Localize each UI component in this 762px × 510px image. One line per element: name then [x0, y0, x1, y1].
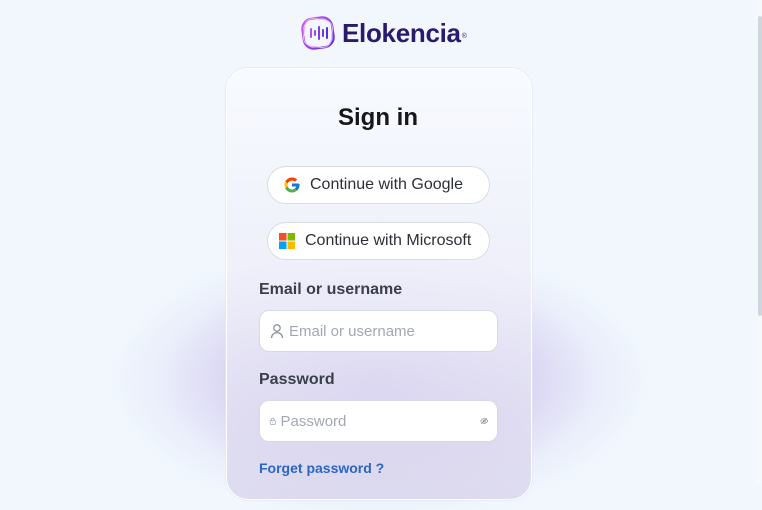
microsoft-button-label: Continue with Microsoft [305, 232, 472, 249]
logo-mark-icon [301, 16, 335, 50]
forgot-password-link[interactable]: Forget password ? [259, 460, 384, 476]
brand-logo: Elokencia ® [300, 14, 467, 52]
scrollbar-thumb[interactable] [758, 16, 762, 316]
google-button-label: Continue with Google [310, 176, 463, 193]
scrollbar-track[interactable] [756, 0, 762, 484]
email-field-wrapper[interactable] [259, 310, 498, 352]
microsoft-icon [277, 231, 297, 251]
lock-icon [269, 417, 276, 425]
email-input[interactable] [289, 311, 497, 351]
continue-with-google-button[interactable]: Continue with Google [267, 166, 490, 204]
password-field-wrapper[interactable] [259, 400, 498, 442]
brand-name: Elokencia [342, 17, 461, 48]
password-input[interactable] [280, 401, 480, 441]
user-icon [270, 324, 284, 339]
brand-trademark: ® [461, 32, 467, 40]
email-label: Email or username [259, 281, 403, 298]
google-icon [282, 175, 302, 195]
eye-off-icon[interactable] [479, 412, 488, 430]
page-title: Sign in [338, 104, 418, 131]
continue-with-microsoft-button[interactable]: Continue with Microsoft [267, 222, 490, 260]
password-label: Password [259, 371, 335, 388]
